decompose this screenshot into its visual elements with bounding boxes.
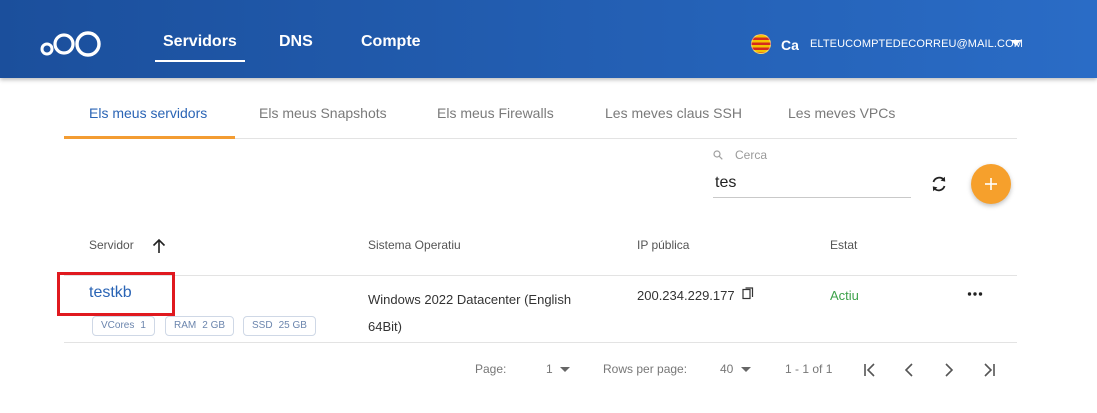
table-row-divider [64, 342, 1017, 343]
nav-compte[interactable]: Compte [361, 33, 421, 51]
previous-page-icon[interactable] [900, 360, 918, 380]
tab-snapshots[interactable]: Els meus Snapshots [259, 105, 387, 121]
server-status: Actiu [830, 288, 859, 303]
page-range: 1 - 1 of 1 [785, 362, 833, 376]
active-tab-indicator [64, 136, 235, 139]
search-input[interactable] [713, 168, 911, 198]
first-page-icon[interactable] [861, 360, 879, 380]
page-label: Page: [475, 362, 507, 376]
account-dropdown-icon[interactable] [1011, 40, 1021, 46]
server-os: Windows 2022 Datacenter (English 64Bit) [368, 292, 572, 334]
more-options-icon[interactable] [966, 285, 984, 303]
column-header-os[interactable]: Sistema Operatiu [368, 238, 461, 252]
column-header-status[interactable]: Estat [830, 238, 857, 252]
language-code[interactable]: Ca [781, 37, 799, 53]
top-navbar: Servidors DNS Compte Ca ELTEUCOMPTEDECOR… [0, 0, 1097, 78]
next-page-icon[interactable] [940, 360, 958, 380]
spec-chip-ram: RAM 2 GB [165, 316, 235, 336]
highlight-box [57, 272, 175, 316]
server-ip: 200.234.229.177 [637, 288, 735, 303]
table-header-divider [64, 275, 1017, 276]
logo-icon[interactable] [40, 28, 106, 60]
spec-chip-vcores: VCores 1 [92, 316, 155, 336]
nav-dns[interactable]: DNS [279, 33, 313, 51]
page-select-value[interactable]: 1 [546, 362, 553, 376]
plus-icon [985, 178, 997, 190]
rows-per-page-value[interactable]: 40 [720, 362, 733, 376]
refresh-icon[interactable] [928, 173, 950, 195]
account-email[interactable]: ELTEUCOMPTEDECORREU@MAIL.COM [810, 38, 1023, 50]
page-dropdown-icon[interactable] [560, 367, 570, 372]
rows-per-page-label: Rows per page: [603, 362, 688, 376]
nav-servidors[interactable]: Servidors [155, 33, 245, 62]
catalan-flag-icon[interactable] [751, 34, 771, 54]
copy-icon[interactable] [742, 287, 754, 300]
tab-firewalls[interactable]: Els meus Firewalls [437, 105, 554, 121]
tab-vpcs[interactable]: Les meves VPCs [788, 105, 895, 121]
add-server-button[interactable] [971, 164, 1011, 204]
column-header-servidor[interactable]: Servidor [89, 238, 134, 252]
search-label: Cerca [735, 148, 768, 162]
column-header-ip[interactable]: IP pública [637, 238, 689, 252]
section-tabs: Els meus servidors Els meus Snapshots El… [64, 92, 1017, 139]
tab-ssh-keys[interactable]: Les meves claus SSH [605, 105, 742, 121]
search-icon [713, 150, 723, 160]
last-page-icon[interactable] [980, 360, 998, 380]
spec-chip-ssd: SSD 25 GB [243, 316, 316, 336]
rows-per-page-dropdown-icon[interactable] [741, 367, 751, 372]
tab-servidors[interactable]: Els meus servidors [89, 105, 207, 121]
arrow-up-icon[interactable] [150, 237, 168, 255]
